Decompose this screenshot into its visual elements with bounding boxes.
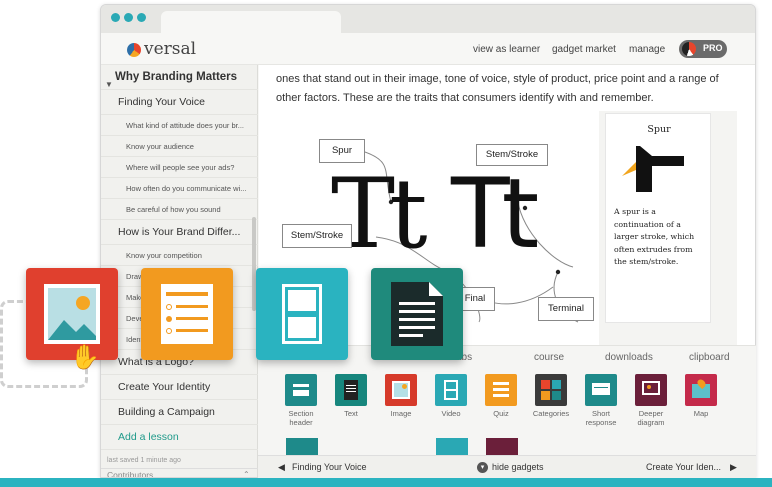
gadget-partial[interactable]: [486, 438, 518, 456]
window-dot-icon[interactable]: [137, 13, 146, 22]
grab-hand-cursor-icon: ✋: [70, 344, 100, 371]
gadget-partial[interactable]: [286, 438, 318, 456]
gadget-label: Quiz: [493, 409, 509, 418]
gadget-categories[interactable]: Categories: [530, 374, 572, 418]
detail-card: Spur A spur is a continuation of a large…: [605, 113, 711, 323]
categories-icon: [535, 374, 567, 406]
gadget-market-link[interactable]: gadget market: [552, 44, 616, 55]
gadget-partial[interactable]: [436, 438, 468, 456]
manage-link[interactable]: manage: [629, 44, 665, 55]
image-icon: [385, 374, 417, 406]
map-icon: [685, 374, 717, 406]
chevron-up-icon: ⌃: [243, 470, 250, 478]
add-lesson-link[interactable]: Add a lesson: [101, 425, 258, 450]
app-header: versal view as learner gadget market man…: [101, 33, 755, 65]
quiz-icon: [485, 374, 517, 406]
callout-stem-stroke-right[interactable]: Stem/Stroke: [476, 144, 548, 166]
gadget-label: Video: [441, 409, 461, 418]
sidebar-subitem[interactable]: Know your audience: [101, 136, 258, 157]
gadget-image[interactable]: Image: [380, 374, 422, 418]
sidebar-lesson[interactable]: Create Your Identity: [101, 375, 258, 400]
callout-terminal[interactable]: Terminal: [538, 297, 594, 321]
gadget-deeper-diagram[interactable]: Deeper diagram: [630, 374, 672, 427]
pro-toggle[interactable]: PRO: [679, 40, 727, 58]
sidebar-section-label: Why Branding Matters: [115, 71, 238, 83]
callout-stem-stroke-left[interactable]: Stem/Stroke: [282, 224, 352, 248]
gadget-label: Deeper diagram: [637, 409, 665, 427]
stage: versal view as learner gadget market man…: [0, 0, 772, 487]
sans-sample-text: Tt: [451, 158, 539, 270]
gadget-map[interactable]: Map: [680, 374, 722, 418]
tab-clipboard[interactable]: clipboard: [689, 352, 730, 363]
body-paragraph: ones that stand out in their image, tone…: [276, 73, 719, 104]
chevron-down-icon[interactable]: ▾: [477, 462, 488, 473]
hide-gadgets-button[interactable]: hide gadgets: [492, 462, 544, 472]
gadget-video[interactable]: Video: [430, 374, 472, 418]
prev-lesson-link[interactable]: Finding Your Voice: [292, 462, 367, 472]
versal-logo-icon: [127, 43, 141, 57]
gadget-label: Categories: [532, 409, 570, 418]
video-icon: [435, 374, 467, 406]
gadget-section-header[interactable]: Section header: [280, 374, 322, 427]
tab-downloads[interactable]: downloads: [605, 352, 653, 363]
section-header-icon: [285, 374, 317, 406]
gadget-label: Image: [390, 409, 412, 418]
big-quiz-gadget-card[interactable]: [141, 268, 233, 360]
short-response-icon: [585, 374, 617, 406]
contributors-bar[interactable]: Contributors ⌃: [101, 468, 258, 478]
sidebar-subitem[interactable]: Know your competition: [101, 245, 258, 266]
view-as-learner-link[interactable]: view as learner: [473, 44, 540, 55]
gadget-quiz[interactable]: Quiz: [480, 374, 522, 418]
gadget-label: Map: [693, 409, 709, 418]
contributors-label: Contributors: [107, 470, 154, 478]
gadget-text[interactable]: Text: [330, 374, 372, 418]
sidebar-item[interactable]: How is Your Brand Differ...: [101, 220, 258, 245]
next-lesson-link[interactable]: Create Your Iden...: [646, 462, 721, 472]
big-video-gadget-card[interactable]: [256, 268, 348, 360]
sidebar-subitem[interactable]: How often do you communicate wi...: [101, 178, 258, 199]
tab-course[interactable]: course: [534, 352, 564, 363]
gadget-label: Text: [344, 409, 358, 418]
last-saved-status: last saved 1 minute ago: [107, 457, 181, 464]
big-text-gadget-card[interactable]: [371, 268, 463, 360]
spur-illustration-icon: [622, 146, 684, 192]
pro-knob-icon: [682, 42, 696, 56]
sidebar-subitem[interactable]: What kind of attitude does your br...: [101, 115, 258, 136]
text-icon: [335, 374, 367, 406]
gadget-label: Short response: [585, 409, 617, 427]
sidebar-subitem[interactable]: Be careful of how you sound: [101, 199, 258, 220]
deeper-diagram-icon: [635, 374, 667, 406]
sidebar-item[interactable]: Finding Your Voice: [101, 90, 258, 115]
browser-tab[interactable]: [161, 11, 341, 33]
footer-accent-bar: [0, 478, 772, 487]
gadget-label: Section header: [288, 409, 314, 427]
window-dot-icon[interactable]: [111, 13, 120, 22]
caret-down-icon: ▼: [105, 80, 113, 89]
document-icon: [391, 282, 443, 346]
next-arrow-icon[interactable]: ▶: [730, 462, 737, 473]
sidebar-subitem[interactable]: Where will people see your ads?: [101, 157, 258, 178]
gadget-short-response[interactable]: Short response: [580, 374, 622, 427]
prev-arrow-icon[interactable]: ◀: [278, 462, 285, 473]
gadget-tray: abs course downloads clipboard Section h…: [258, 345, 756, 456]
sidebar-section-why-branding[interactable]: ▼ Why Branding Matters: [101, 65, 258, 90]
detail-body: A spur is a continuation of a larger str…: [614, 207, 695, 266]
pro-label: PRO: [703, 43, 723, 53]
title-bar: [101, 5, 755, 33]
sidebar-lesson[interactable]: Building a Campaign: [101, 400, 258, 425]
lesson-nav-bar: ◀ Finding Your Voice ▾ hide gadgets Crea…: [258, 455, 756, 478]
detail-title: Spur: [647, 124, 671, 135]
callout-spur[interactable]: Spur: [319, 139, 365, 163]
window-dot-icon[interactable]: [124, 13, 133, 22]
serif-sample-text: Tt: [331, 158, 428, 270]
logo-text: versal: [144, 39, 197, 59]
